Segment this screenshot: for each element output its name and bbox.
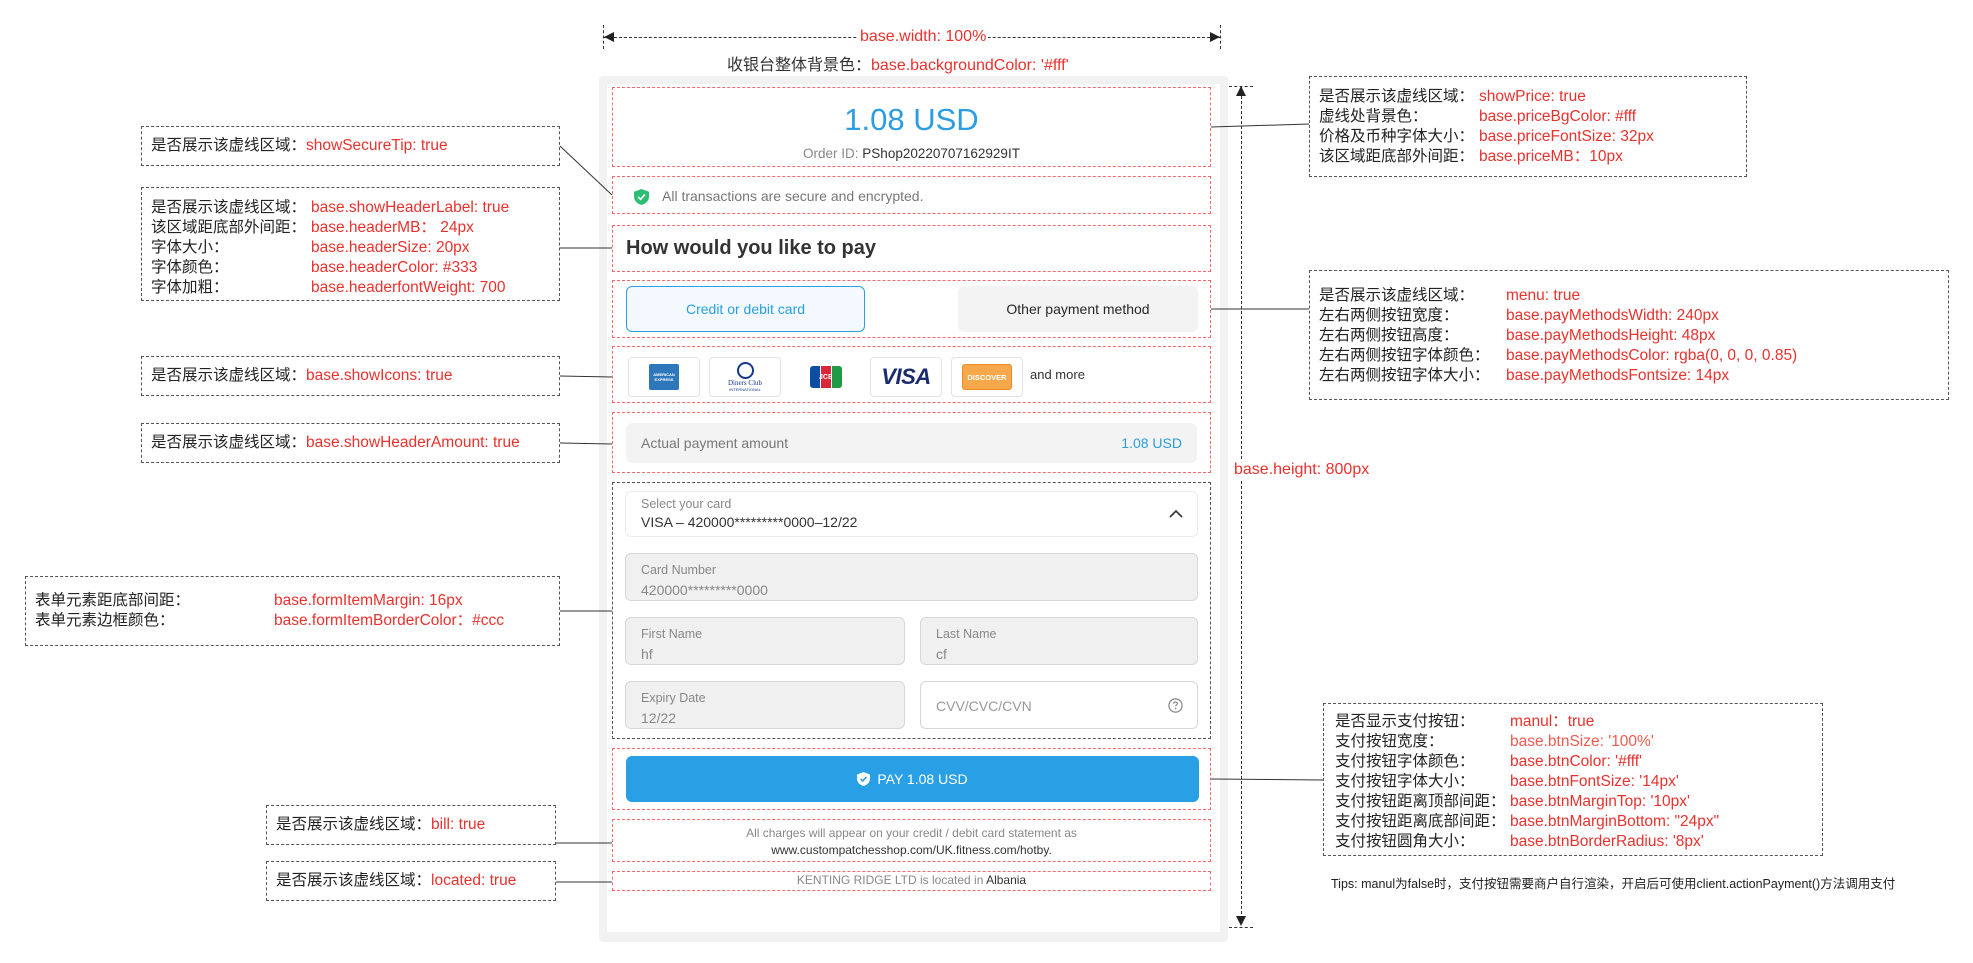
connector-secure-tip	[559, 145, 613, 196]
connector-price	[1210, 123, 1310, 128]
connector-amount	[559, 442, 613, 445]
connector-lines	[556, 123, 1324, 883]
connector-icons	[559, 375, 613, 378]
connector-pay-button	[1210, 778, 1324, 781]
